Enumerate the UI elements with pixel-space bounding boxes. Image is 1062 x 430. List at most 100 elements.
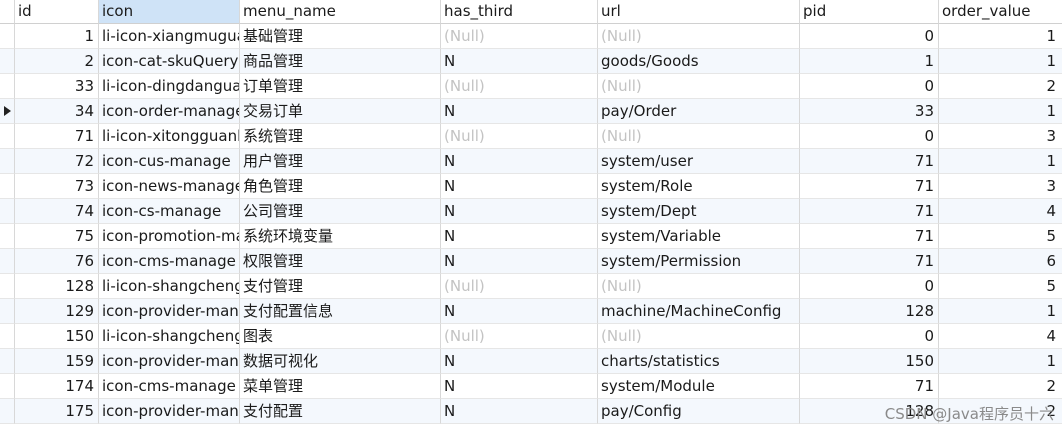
cell-id[interactable]: 72: [15, 149, 99, 174]
cell-url[interactable]: system/Permission: [598, 249, 800, 274]
cell-url[interactable]: system/Variable: [598, 224, 800, 249]
cell-pid[interactable]: 0: [800, 324, 939, 349]
cell-icon[interactable]: icon-cus-manage: [99, 149, 240, 174]
cell-order-value[interactable]: 4: [939, 324, 1062, 349]
cell-icon[interactable]: li-icon-xitongguanli: [99, 124, 240, 149]
column-header-menu-name[interactable]: menu_name: [240, 0, 441, 24]
cell-icon[interactable]: li-icon-xiangmuguanli: [99, 24, 240, 49]
cell-url[interactable]: (Null): [598, 324, 800, 349]
cell-pid[interactable]: 71: [800, 199, 939, 224]
cell-has-third[interactable]: N: [441, 149, 598, 174]
table-row[interactable]: 74 icon-cs-manage 公司管理 Nsystem/Dept 71 4: [0, 199, 1062, 224]
cell-url[interactable]: system/Module: [598, 374, 800, 399]
cell-menu-name[interactable]: 公司管理: [240, 199, 441, 224]
cell-has-third[interactable]: N: [441, 199, 598, 224]
cell-menu-name[interactable]: 数据可视化: [240, 349, 441, 374]
cell-pid[interactable]: 128: [800, 299, 939, 324]
row-marker[interactable]: [0, 224, 15, 249]
table-row[interactable]: 33li-icon-dingdanguanli订单管理(Null)(Null)0…: [0, 74, 1062, 99]
cell-url[interactable]: system/user: [598, 149, 800, 174]
cell-pid[interactable]: 0: [800, 24, 939, 49]
cell-id[interactable]: 74: [15, 199, 99, 224]
cell-has-third[interactable]: (Null): [441, 24, 598, 49]
cell-has-third[interactable]: (Null): [441, 274, 598, 299]
cell-icon[interactable]: icon-cms-manage: [99, 249, 240, 274]
cell-order-value[interactable]: 2: [939, 74, 1062, 99]
cell-url[interactable]: (Null): [598, 274, 800, 299]
cell-icon[interactable]: icon-provider-manage: [99, 349, 240, 374]
cell-url[interactable]: (Null): [598, 124, 800, 149]
row-marker[interactable]: [0, 99, 15, 124]
cell-menu-name[interactable]: 支付配置: [240, 399, 441, 424]
cell-url[interactable]: charts/statistics: [598, 349, 800, 374]
cell-id[interactable]: 150: [15, 324, 99, 349]
cell-pid[interactable]: 0: [800, 74, 939, 99]
cell-menu-name[interactable]: 支付配置信息: [240, 299, 441, 324]
cell-pid[interactable]: 33: [800, 99, 939, 124]
table-row[interactable]: 1li-icon-xiangmuguanli基础管理(Null)(Null)01: [0, 24, 1062, 49]
cell-menu-name[interactable]: 权限管理: [240, 249, 441, 274]
cell-icon[interactable]: icon-news-manage: [99, 174, 240, 199]
cell-order-value[interactable]: 1: [939, 149, 1062, 174]
cell-id[interactable]: 1: [15, 24, 99, 49]
cell-icon[interactable]: icon-promotion-manage: [99, 224, 240, 249]
cell-order-value[interactable]: 5: [939, 274, 1062, 299]
cell-id[interactable]: 174: [15, 374, 99, 399]
cell-id[interactable]: 159: [15, 349, 99, 374]
table-row[interactable]: 76 icon-cms-manage 权限管理 Nsystem/Permission 7…: [0, 249, 1062, 274]
cell-url[interactable]: machine/MachineConfig: [598, 299, 800, 324]
cell-order-value[interactable]: 1: [939, 99, 1062, 124]
cell-id[interactable]: 76: [15, 249, 99, 274]
cell-has-third[interactable]: N: [441, 399, 598, 424]
table-row[interactable]: 129icon-provider-manage支付配置信息Nmachine/Ma…: [0, 299, 1062, 324]
cell-order-value[interactable]: 1: [939, 299, 1062, 324]
cell-url[interactable]: (Null): [598, 74, 800, 99]
cell-menu-name[interactable]: 系统环境变量: [240, 224, 441, 249]
cell-order-value[interactable]: 1: [939, 49, 1062, 74]
row-marker[interactable]: [0, 249, 15, 274]
cell-has-third[interactable]: N: [441, 299, 598, 324]
cell-order-value[interactable]: 3: [939, 174, 1062, 199]
table-row[interactable]: 150li-icon-shangchengxitong图表(Null)(Null…: [0, 324, 1062, 349]
cell-url[interactable]: pay/Config: [598, 399, 800, 424]
cell-order-value[interactable]: 4: [939, 199, 1062, 224]
row-marker[interactable]: [0, 24, 15, 49]
cell-id[interactable]: 175: [15, 399, 99, 424]
column-header-pid[interactable]: pid: [800, 0, 939, 24]
cell-pid[interactable]: 71: [800, 149, 939, 174]
row-marker[interactable]: [0, 149, 15, 174]
cell-has-third[interactable]: (Null): [441, 74, 598, 99]
cell-id[interactable]: 73: [15, 174, 99, 199]
cell-icon[interactable]: icon-cs-manage: [99, 199, 240, 224]
cell-id[interactable]: 71: [15, 124, 99, 149]
cell-order-value[interactable]: 1: [939, 349, 1062, 374]
cell-id[interactable]: 75: [15, 224, 99, 249]
cell-pid[interactable]: 71: [800, 224, 939, 249]
cell-url[interactable]: system/Role: [598, 174, 800, 199]
row-marker[interactable]: [0, 374, 15, 399]
table-row[interactable]: 159icon-provider-manage数据可视化Ncharts/stat…: [0, 349, 1062, 374]
cell-order-value[interactable]: 6: [939, 249, 1062, 274]
cell-icon[interactable]: li-icon-dingdanguanli: [99, 74, 240, 99]
cell-order-value[interactable]: 2: [939, 374, 1062, 399]
row-marker[interactable]: [0, 174, 15, 199]
cell-has-third[interactable]: N: [441, 224, 598, 249]
table-row[interactable]: 128li-icon-shangchengxitong支付管理(Null)(Nu…: [0, 274, 1062, 299]
cell-pid[interactable]: 71: [800, 374, 939, 399]
cell-menu-name[interactable]: 订单管理: [240, 74, 441, 99]
cell-order-value[interactable]: 1: [939, 24, 1062, 49]
cell-menu-name[interactable]: 商品管理: [240, 49, 441, 74]
cell-has-third[interactable]: N: [441, 249, 598, 274]
cell-pid[interactable]: 71: [800, 249, 939, 274]
table-row[interactable]: 73 icon-news-manage 角色管理 Nsystem/Role 71 3: [0, 174, 1062, 199]
row-marker[interactable]: [0, 199, 15, 224]
cell-pid[interactable]: 0: [800, 124, 939, 149]
cell-icon[interactable]: li-icon-shangchengxitong: [99, 324, 240, 349]
row-marker[interactable]: [0, 399, 15, 424]
cell-pid[interactable]: 0: [800, 274, 939, 299]
cell-has-third[interactable]: (Null): [441, 324, 598, 349]
column-header-url[interactable]: url: [598, 0, 800, 24]
cell-id[interactable]: 129: [15, 299, 99, 324]
cell-url[interactable]: pay/Order: [598, 99, 800, 124]
cell-pid[interactable]: 71: [800, 174, 939, 199]
